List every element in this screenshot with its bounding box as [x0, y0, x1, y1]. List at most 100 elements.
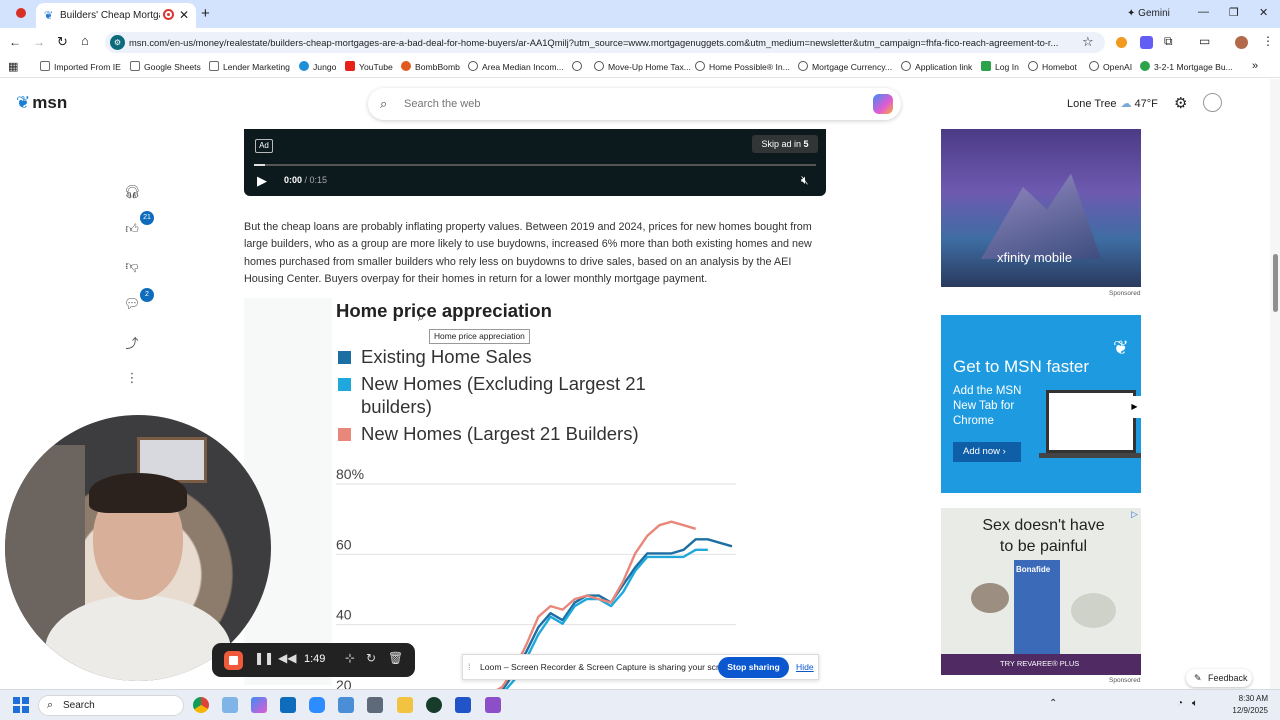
feedback-button[interactable]: ✎ Feedback [1186, 669, 1252, 687]
chrome-icon[interactable] [193, 697, 209, 713]
bookmark-bombbomb[interactable]: BombBomb [401, 61, 460, 72]
bookmark-homebot[interactable]: Homebot [1028, 61, 1077, 72]
back-icon[interactable]: ← [9, 35, 21, 49]
msn-butterfly-icon: ❦ [16, 93, 31, 112]
file-explorer-icon[interactable] [397, 697, 413, 713]
restart-icon[interactable]: ↻ [366, 651, 376, 665]
msn-search-box[interactable]: ⌕ [368, 88, 901, 120]
weather-widget[interactable]: Lone Tree ☁ 47°F [1067, 97, 1158, 110]
delete-trash-icon[interactable]: 🗑︎ [388, 651, 403, 665]
home-icon[interactable]: ⌂ [81, 33, 89, 48]
drawing-tools-icon[interactable]: ⊹ [345, 651, 355, 665]
drag-handle-icon[interactable]: ⁞ [468, 662, 471, 672]
adchoices-icon[interactable]: ▷ [1131, 509, 1138, 520]
bookmark-home-possible[interactable]: Home Possible® In... [695, 61, 790, 72]
bookmark-lender-marketing[interactable]: Lender Marketing [209, 61, 290, 72]
zoom-icon[interactable] [309, 697, 325, 713]
share-icon[interactable]: ⤴ [122, 333, 142, 353]
bookmark-youtube[interactable]: YouTube [345, 61, 393, 72]
stop-sharing-button[interactable]: Stop sharing [718, 657, 789, 678]
ad-xfinity[interactable]: xfinity mobile [941, 129, 1141, 287]
bookmark-log-in[interactable]: Log In [981, 61, 1019, 72]
bookmark-imported-from-ie[interactable]: Imported From IE [40, 61, 121, 72]
bookmark-jungo[interactable]: Jungo [299, 61, 336, 72]
taskbar-search[interactable]: ⌕ Search [38, 695, 184, 716]
scrollbar-thumb[interactable] [1273, 254, 1278, 312]
globe-icon [695, 61, 705, 71]
tab-close-icon[interactable]: ✕ [179, 8, 189, 22]
reload-icon[interactable]: ↻ [57, 34, 68, 50]
stop-recording-button[interactable] [224, 651, 243, 670]
bookmark-move-up-home-tax[interactable]: Move-Up Home Tax... [572, 61, 691, 72]
profile-avatar[interactable] [1235, 36, 1248, 49]
skip-ad-button[interactable]: Skip ad in 5 [752, 135, 818, 153]
bookmark-openai[interactable]: OpenAI [1089, 61, 1132, 72]
video-progress-bar[interactable] [254, 164, 816, 166]
copilot-app-icon[interactable] [251, 697, 267, 713]
ad-msn-new-tab[interactable]: Get to MSN faster ❦ Add the MSN New Tab … [941, 315, 1141, 493]
page-scrollbar[interactable] [1270, 79, 1280, 689]
like-icon[interactable]: 👍︎ [122, 221, 142, 241]
globe-icon [1028, 61, 1038, 71]
add-now-button[interactable]: Add now › [953, 442, 1021, 462]
tab-recording-icon [163, 9, 174, 20]
bookmark-star-icon[interactable]: ☆ [1082, 34, 1094, 50]
minimize-window-icon[interactable]: — [1198, 6, 1209, 18]
listen-headphones-icon[interactable]: 🎧︎ [122, 184, 142, 204]
globe-icon [798, 61, 808, 71]
bookmark-area-median-income[interactable]: Area Median Incom... [468, 61, 564, 72]
settings-app-icon[interactable] [338, 697, 354, 713]
restore-window-icon[interactable]: ❐ [1229, 6, 1239, 19]
msn-logo[interactable]: ❦ msn [16, 93, 67, 113]
dislike-icon[interactable]: 👎︎ [122, 258, 142, 278]
browser-menu-icon[interactable]: ⋮ [1262, 34, 1274, 48]
legend-swatch [338, 378, 351, 391]
outlook-icon[interactable] [280, 697, 296, 713]
tray-wifi-icon[interactable]: ◔ [1177, 698, 1183, 709]
site-info-icon[interactable]: ⚙ [110, 35, 125, 50]
new-tab-button[interactable]: + [201, 5, 210, 22]
close-window-icon[interactable]: ✕ [1259, 6, 1268, 19]
hide-link[interactable]: Hide [796, 662, 814, 672]
bookmark-mortgage-currency[interactable]: Mortgage Currency... [798, 61, 892, 72]
article-paragraph: But the cheap loans are probably inflati… [244, 221, 812, 285]
extensions-puzzle-icon[interactable]: ⧉ [1164, 34, 1173, 49]
rewind-icon[interactable]: ◀◀ [278, 651, 296, 665]
y-tick-label: 60 [336, 536, 352, 552]
green-app-icon[interactable] [426, 697, 442, 713]
copilot-icon[interactable] [873, 94, 893, 114]
tab-builders-cheap-mortgages[interactable]: ❦ Builders' Cheap Mortgages ✕ [36, 3, 196, 28]
address-bar[interactable]: ⚙ msn.com/en-us/money/realestate/builder… [105, 32, 1105, 53]
forward-icon[interactable]: → [33, 35, 45, 49]
video-ad-player[interactable]: Ad Skip ad in 5 ▶ 0:00 / 0:15 🔇︎ [244, 129, 826, 196]
blue-app-icon[interactable] [455, 697, 471, 713]
sponsored-label: Sponsored [1109, 290, 1141, 297]
bookmark-3-2-1-mortgage[interactable]: 3-2-1 Mortgage Bu... [1140, 61, 1233, 72]
comment-icon[interactable]: 💬︎ [122, 296, 142, 316]
search-input[interactable] [404, 95, 844, 113]
ad-bonafide[interactable]: Sex doesn't have to be painful ▷ Bonafid… [941, 508, 1141, 675]
settings-gear-icon[interactable]: ⚙ [1174, 94, 1187, 112]
bookmark-google-sheets[interactable]: Google Sheets [130, 61, 201, 72]
taskbar-clock[interactable]: 8:30 AM 12/9/2025 [1222, 693, 1268, 717]
tray-overflow-icon[interactable]: ⌃ [1049, 698, 1057, 709]
more-bookmarks-icon[interactable]: » [1252, 60, 1258, 72]
play-icon[interactable]: ▶ [257, 173, 267, 189]
webcam-bubble[interactable] [5, 415, 271, 681]
more-options-icon[interactable]: ⋮ [122, 370, 142, 390]
carousel-next-icon[interactable]: ▶ [1128, 396, 1141, 418]
apps-grid-icon[interactable]: ▦ [8, 60, 18, 73]
bookmark-application-link[interactable]: Application link [901, 61, 972, 72]
gemini-button[interactable]: ✦ Gemini [1127, 8, 1170, 19]
windows-start-icon[interactable] [13, 697, 29, 713]
tray-volume-icon[interactable]: 🔈︎ [1192, 698, 1198, 709]
pause-icon[interactable]: ❚❚ [254, 651, 274, 665]
purple-app-icon[interactable] [485, 697, 501, 713]
extension-icon-loom[interactable] [1140, 36, 1153, 49]
calculator-icon[interactable] [367, 697, 383, 713]
snipping-tool-icon[interactable] [222, 697, 238, 713]
side-panel-icon[interactable]: ▭ [1199, 34, 1210, 48]
extension-icon-orange[interactable] [1116, 37, 1127, 48]
rewards-icon[interactable] [1203, 93, 1222, 112]
muted-speaker-icon[interactable]: 🔇︎ [801, 173, 809, 188]
